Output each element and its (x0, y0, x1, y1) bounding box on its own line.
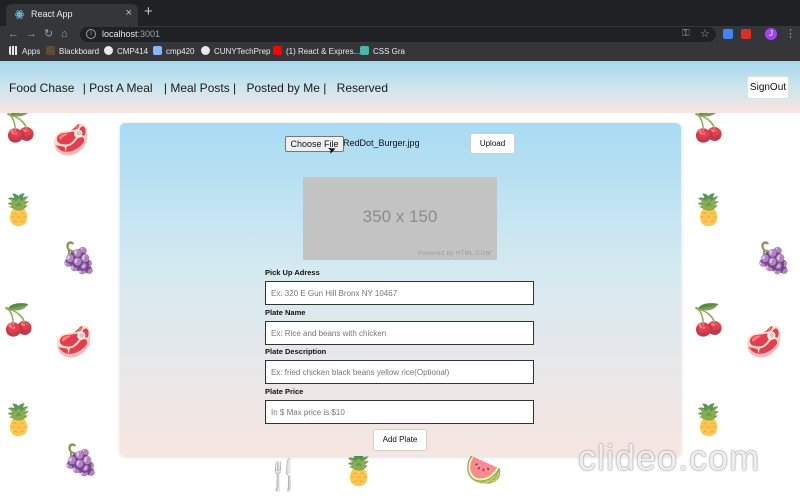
image-preview-placeholder: 350 x 150 Powered by HTML.COM (303, 177, 497, 260)
browser-tab-bar: React App × + (0, 0, 800, 26)
meat-icon: 🥩 (55, 326, 93, 359)
bookmark-css-grid[interactable]: CSS Gra (360, 46, 405, 58)
placeholder-powered-by: Powered by HTML.COM (418, 251, 491, 257)
grapes-icon: 🍇 (60, 242, 98, 275)
selected-file-name: RedDot_Burger.jpg (343, 138, 420, 148)
fork-icon: 🍴 (265, 459, 303, 492)
page-icon (153, 46, 162, 55)
pineapple-icon: 🍍 (340, 454, 378, 487)
add-plate-button[interactable]: Add Plate (373, 429, 427, 451)
bookmark-blackboard[interactable]: Blackboard (46, 46, 99, 58)
pineapple-icon: 🍍 (690, 404, 728, 437)
signout-button[interactable]: SignOut (747, 76, 789, 99)
bookmark-react-express[interactable]: (1) React & Expres... (273, 46, 360, 58)
plate-name-label: Plate Name (265, 308, 306, 317)
address-bar[interactable]: i localhost:3001 ⚿ ☆ (80, 27, 716, 42)
pineapple-icon: 🍍 (0, 404, 38, 437)
watermelon-icon: 🍉 (465, 454, 503, 487)
grapes-icon: 🍇 (755, 242, 793, 275)
plate-description-input[interactable] (265, 360, 534, 384)
css-grid-icon (360, 46, 369, 55)
extension-icon[interactable] (741, 29, 751, 39)
cherries-icon: 🍒 (2, 110, 40, 143)
plate-description-label: Plate Description (265, 347, 327, 356)
github-icon (104, 46, 113, 55)
watermark-close-icon[interactable]: × (768, 461, 774, 472)
browser-tab[interactable]: React App × (6, 4, 138, 26)
bookmark-star-icon[interactable]: ☆ (700, 27, 710, 40)
pineapple-icon: 🍍 (0, 194, 38, 227)
bookmark-label: CMP414 (117, 47, 149, 56)
plate-price-label: Plate Price (265, 387, 304, 396)
bookmark-label: cmp420 (166, 47, 195, 56)
profile-avatar[interactable]: J (765, 28, 777, 40)
nav-brand-food-chase[interactable]: Food Chase (9, 81, 74, 95)
react-icon (14, 10, 25, 19)
cherries-icon: 🍒 (690, 304, 728, 337)
meat-icon: 🥩 (745, 326, 783, 359)
tab-close-icon[interactable]: × (126, 7, 132, 19)
browser-toolbar: ← → ↻ ⌂ i localhost:3001 ⚿ ☆ J ⋮ (0, 26, 800, 43)
url-host: localhost (102, 29, 138, 39)
back-icon[interactable]: ← (8, 27, 19, 41)
url-port: :3001 (137, 29, 161, 39)
post-meal-form-card: Choose File RedDot_Burger.jpg ➤ Upload 3… (120, 123, 681, 456)
nav-link-reserved[interactable]: Reserved (337, 81, 388, 95)
nav-link-post-a-meal[interactable]: | Post A Meal (83, 81, 153, 95)
clideo-watermark: clideo.com (578, 437, 761, 478)
plate-name-input[interactable] (265, 321, 534, 345)
reload-icon[interactable]: ↻ (44, 27, 53, 41)
cherries-icon: 🍒 (0, 304, 38, 337)
plate-price-input[interactable] (265, 400, 534, 424)
upload-button[interactable]: Upload (470, 133, 515, 154)
app-navbar: Food Chase | Post A Meal | Meal Posts | … (0, 61, 800, 113)
placeholder-size-text: 350 x 150 (362, 207, 438, 226)
new-tab-button[interactable]: + (144, 4, 153, 19)
pineapple-icon: 🍍 (690, 194, 728, 227)
bookmark-cunytechprep[interactable]: CUNYTechPrep (201, 46, 270, 58)
page-viewport: 🍒 🥩 🍍 🍇 🍒 🥩 🍍 🍇 🍒 🍍 🍇 🍒 🥩 🍍 🍍 🍉 🍴 Food C… (0, 61, 800, 500)
bookmark-cmp414[interactable]: CMP414 (104, 46, 148, 58)
key-icon[interactable]: ⚿ (682, 28, 690, 39)
github-icon (201, 46, 210, 55)
apps-grid-icon (9, 46, 18, 55)
nav-links: Food Chase | Post A Meal | Meal Posts | … (9, 81, 388, 95)
tab-title: React App (31, 9, 73, 19)
grapes-icon: 🍇 (62, 444, 100, 477)
nav-link-posted-by-me[interactable]: Posted by Me | (247, 81, 327, 95)
url-text[interactable]: localhost:3001 (102, 29, 160, 39)
bookmark-label: Blackboard (59, 47, 100, 56)
cherries-icon: 🍒 (690, 110, 728, 143)
pickup-address-input[interactable] (265, 281, 534, 305)
nav-link-meal-posts[interactable]: | Meal Posts | (164, 81, 236, 95)
translate-extension-icon[interactable] (723, 29, 733, 39)
browser-menu-icon[interactable]: ⋮ (785, 27, 796, 40)
bookmark-label: (1) React & Expres... (286, 47, 361, 56)
forward-icon[interactable]: → (26, 27, 37, 41)
youtube-icon (273, 46, 282, 55)
bookmark-cmp420[interactable]: cmp420 (153, 46, 194, 58)
site-info-icon[interactable]: i (86, 29, 96, 39)
meat-icon: 🥩 (52, 124, 90, 157)
pickup-address-label: Pick Up Adress (265, 268, 320, 277)
home-icon[interactable]: ⌂ (61, 27, 68, 41)
bookmark-label: CUNYTechPrep (214, 47, 271, 56)
bookmark-label: Apps (22, 47, 41, 56)
bookmark-apps[interactable]: Apps (9, 46, 40, 58)
blackboard-icon (46, 46, 55, 55)
bookmark-label: CSS Gra (373, 47, 406, 56)
bookmarks-bar: Apps Blackboard CMP414 cmp420 CUNYTechPr… (0, 43, 800, 61)
